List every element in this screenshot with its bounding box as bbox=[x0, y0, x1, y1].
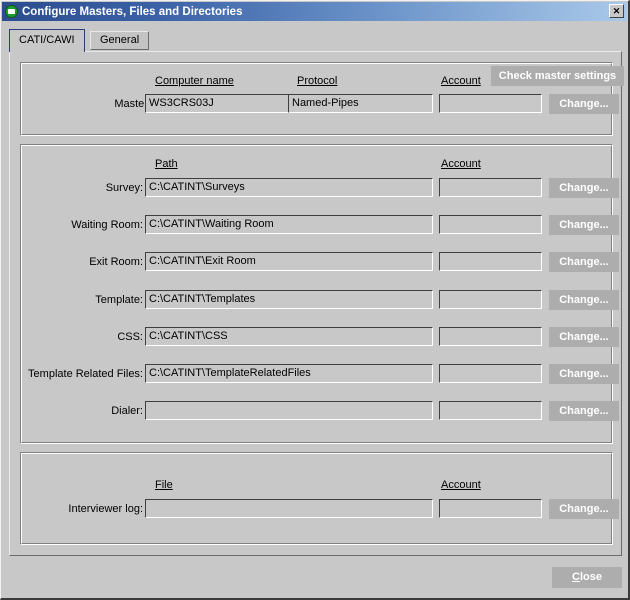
close-button[interactable]: Close bbox=[552, 567, 622, 588]
survey-account-field[interactable] bbox=[439, 178, 542, 197]
exit-room-account-field[interactable] bbox=[439, 252, 542, 271]
master-computer-name-field[interactable]: WS3CRS03J bbox=[145, 94, 290, 113]
close-button-label: lose bbox=[579, 571, 602, 583]
tab-page-cati-cawi: Computer name Protocol Account Check mas… bbox=[9, 51, 624, 556]
header-path: Path bbox=[155, 158, 178, 170]
label-template: Template: bbox=[95, 294, 143, 306]
tab-general[interactable]: General bbox=[90, 31, 150, 50]
tab-cati-cawi[interactable]: CATI/CAWI bbox=[9, 29, 85, 52]
header-account-master: Account bbox=[441, 75, 481, 87]
label-survey: Survey: bbox=[105, 182, 143, 194]
dialer-account-field[interactable] bbox=[439, 401, 542, 420]
waiting-room-account-field[interactable] bbox=[439, 215, 542, 234]
waiting-room-change-button[interactable]: Change... bbox=[549, 215, 619, 235]
template-change-button[interactable]: Change... bbox=[549, 290, 619, 310]
label-waiting-room: Waiting Room: bbox=[71, 219, 143, 231]
label-css: CSS: bbox=[117, 331, 143, 343]
label-master: Master: bbox=[114, 98, 151, 110]
interviewer-log-change-button[interactable]: Change... bbox=[549, 499, 619, 519]
template-related-files-change-button[interactable]: Change... bbox=[549, 364, 619, 384]
template-related-files-account-field[interactable] bbox=[439, 364, 542, 383]
template-path-field[interactable]: C:\CATINT\Templates bbox=[145, 290, 433, 309]
dialog-window: Configure Masters, Files and Directories… bbox=[0, 0, 630, 600]
exit-room-change-button[interactable]: Change... bbox=[549, 252, 619, 272]
close-icon[interactable]: ✕ bbox=[609, 4, 624, 18]
css-account-field[interactable] bbox=[439, 327, 542, 346]
dialer-path-field[interactable] bbox=[145, 401, 433, 420]
header-file: File bbox=[155, 479, 173, 491]
dialer-change-button[interactable]: Change... bbox=[549, 401, 619, 421]
css-path-field[interactable]: C:\CATINT\CSS bbox=[145, 327, 433, 346]
waiting-room-path-field[interactable]: C:\CATINT\Waiting Room bbox=[145, 215, 433, 234]
interviewer-log-account-field[interactable] bbox=[439, 499, 542, 518]
master-change-button[interactable]: Change... bbox=[549, 94, 619, 114]
header-protocol: Protocol bbox=[297, 75, 338, 87]
css-change-button[interactable]: Change... bbox=[549, 327, 619, 347]
label-interviewer-log: Interviewer log: bbox=[68, 503, 143, 515]
header-account-log: Account bbox=[441, 479, 481, 491]
header-account-paths: Account bbox=[441, 158, 481, 170]
check-master-settings-button[interactable]: Check master settings bbox=[491, 66, 624, 86]
template-related-files-path-field[interactable]: C:\CATINT\TemplateRelatedFiles bbox=[145, 364, 433, 383]
exit-room-path-field[interactable]: C:\CATINT\Exit Room bbox=[145, 252, 433, 271]
interviewer-log-file-field[interactable] bbox=[145, 499, 433, 518]
master-protocol-field[interactable]: Named-Pipes bbox=[288, 94, 433, 113]
interviewer-log-group: File Account Interviewer log: Change... bbox=[20, 452, 619, 545]
label-dialer: Dialer: bbox=[111, 405, 143, 417]
master-group: Computer name Protocol Account Check mas… bbox=[20, 62, 624, 136]
window-title: Configure Masters, Files and Directories bbox=[22, 5, 243, 18]
paths-group: Path Account Survey: C:\CATINT\Surveys C… bbox=[20, 144, 619, 444]
template-account-field[interactable] bbox=[439, 290, 542, 309]
app-window-icon bbox=[5, 5, 18, 18]
title-bar[interactable]: Configure Masters, Files and Directories… bbox=[2, 2, 627, 21]
survey-path-field[interactable]: C:\CATINT\Surveys bbox=[145, 178, 433, 197]
close-button-accel: C bbox=[572, 571, 580, 583]
header-computer-name: Computer name bbox=[155, 75, 234, 87]
survey-change-button[interactable]: Change... bbox=[549, 178, 619, 198]
label-template-related-files: Template Related Files: bbox=[28, 368, 143, 380]
label-exit-room: Exit Room: bbox=[89, 256, 143, 268]
master-account-field[interactable] bbox=[439, 94, 542, 113]
